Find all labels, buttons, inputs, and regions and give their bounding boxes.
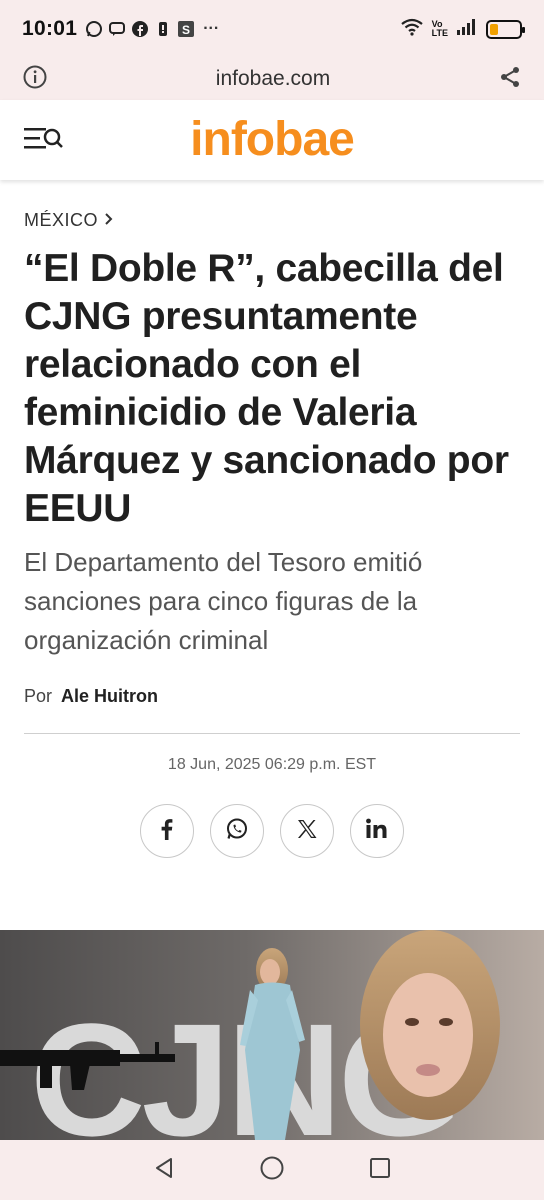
url-text[interactable]: infobae.com (48, 67, 498, 91)
article-hero-image[interactable]: CJNG (0, 930, 544, 1140)
byline-prefix: Por (24, 686, 53, 706)
share-linkedin-button[interactable] (350, 804, 404, 858)
system-nav-bar (0, 1140, 544, 1200)
article-subheadline: El Departamento del Tesoro emitió sancio… (24, 547, 423, 655)
woman-portrait (360, 930, 500, 1120)
section-breadcrumb[interactable]: MÉXICO (24, 210, 520, 231)
alert-icon (154, 20, 172, 38)
article: MÉXICO “El Doble R”, cabecilla del CJNG … (24, 180, 520, 858)
status-time: 10:01 (22, 17, 78, 40)
publish-date: 18 Jun, 2025 06:29 p.m. EST (167, 756, 377, 773)
system-icons: Vo LTE (400, 18, 525, 41)
battery-icon (486, 19, 525, 39)
linkedin-icon (365, 818, 389, 845)
site-header: infobae (0, 100, 544, 180)
share-whatsapp-button[interactable] (210, 804, 264, 858)
whatsapp-icon (225, 817, 249, 846)
share-icon[interactable] (498, 65, 522, 94)
browser-url-bar[interactable]: infobae.com (0, 58, 544, 100)
wifi-icon (400, 18, 424, 41)
home-circle-icon (259, 1155, 285, 1186)
svg-text:S: S (182, 23, 190, 37)
site-info-icon[interactable] (22, 64, 48, 95)
divider (24, 733, 520, 734)
volte-indicator: Vo LTE (431, 19, 448, 38)
back-triangle-icon (152, 1156, 176, 1185)
home-button[interactable] (250, 1148, 294, 1192)
signal-icon (456, 18, 478, 41)
author-link[interactable]: Ale Huitron (61, 686, 158, 706)
chat-icon (108, 20, 126, 38)
site-logo[interactable]: infobae (0, 112, 544, 167)
menu-search-button[interactable] (24, 125, 64, 155)
share-buttons (24, 804, 520, 858)
whatsapp-icon (85, 20, 103, 38)
facebook-icon (157, 818, 177, 845)
x-icon (296, 818, 318, 845)
share-facebook-button[interactable] (140, 804, 194, 858)
facebook-icon (131, 20, 149, 38)
article-headline: “El Doble R”, cabecilla del CJNG presunt… (24, 247, 509, 530)
status-bar: 10:01 S ··· Vo LTE (0, 0, 544, 58)
back-button[interactable] (142, 1148, 186, 1192)
byline: Por Ale Huitron (24, 686, 520, 707)
share-x-button[interactable] (280, 804, 334, 858)
recents-square-icon (368, 1156, 392, 1185)
app-s-icon: S (177, 20, 195, 38)
notification-icons: S ··· (85, 20, 219, 38)
recents-button[interactable] (358, 1148, 402, 1192)
more-notifications-icon: ··· (203, 20, 220, 37)
chevron-right-icon (104, 210, 114, 231)
section-label[interactable]: MÉXICO (24, 210, 98, 231)
